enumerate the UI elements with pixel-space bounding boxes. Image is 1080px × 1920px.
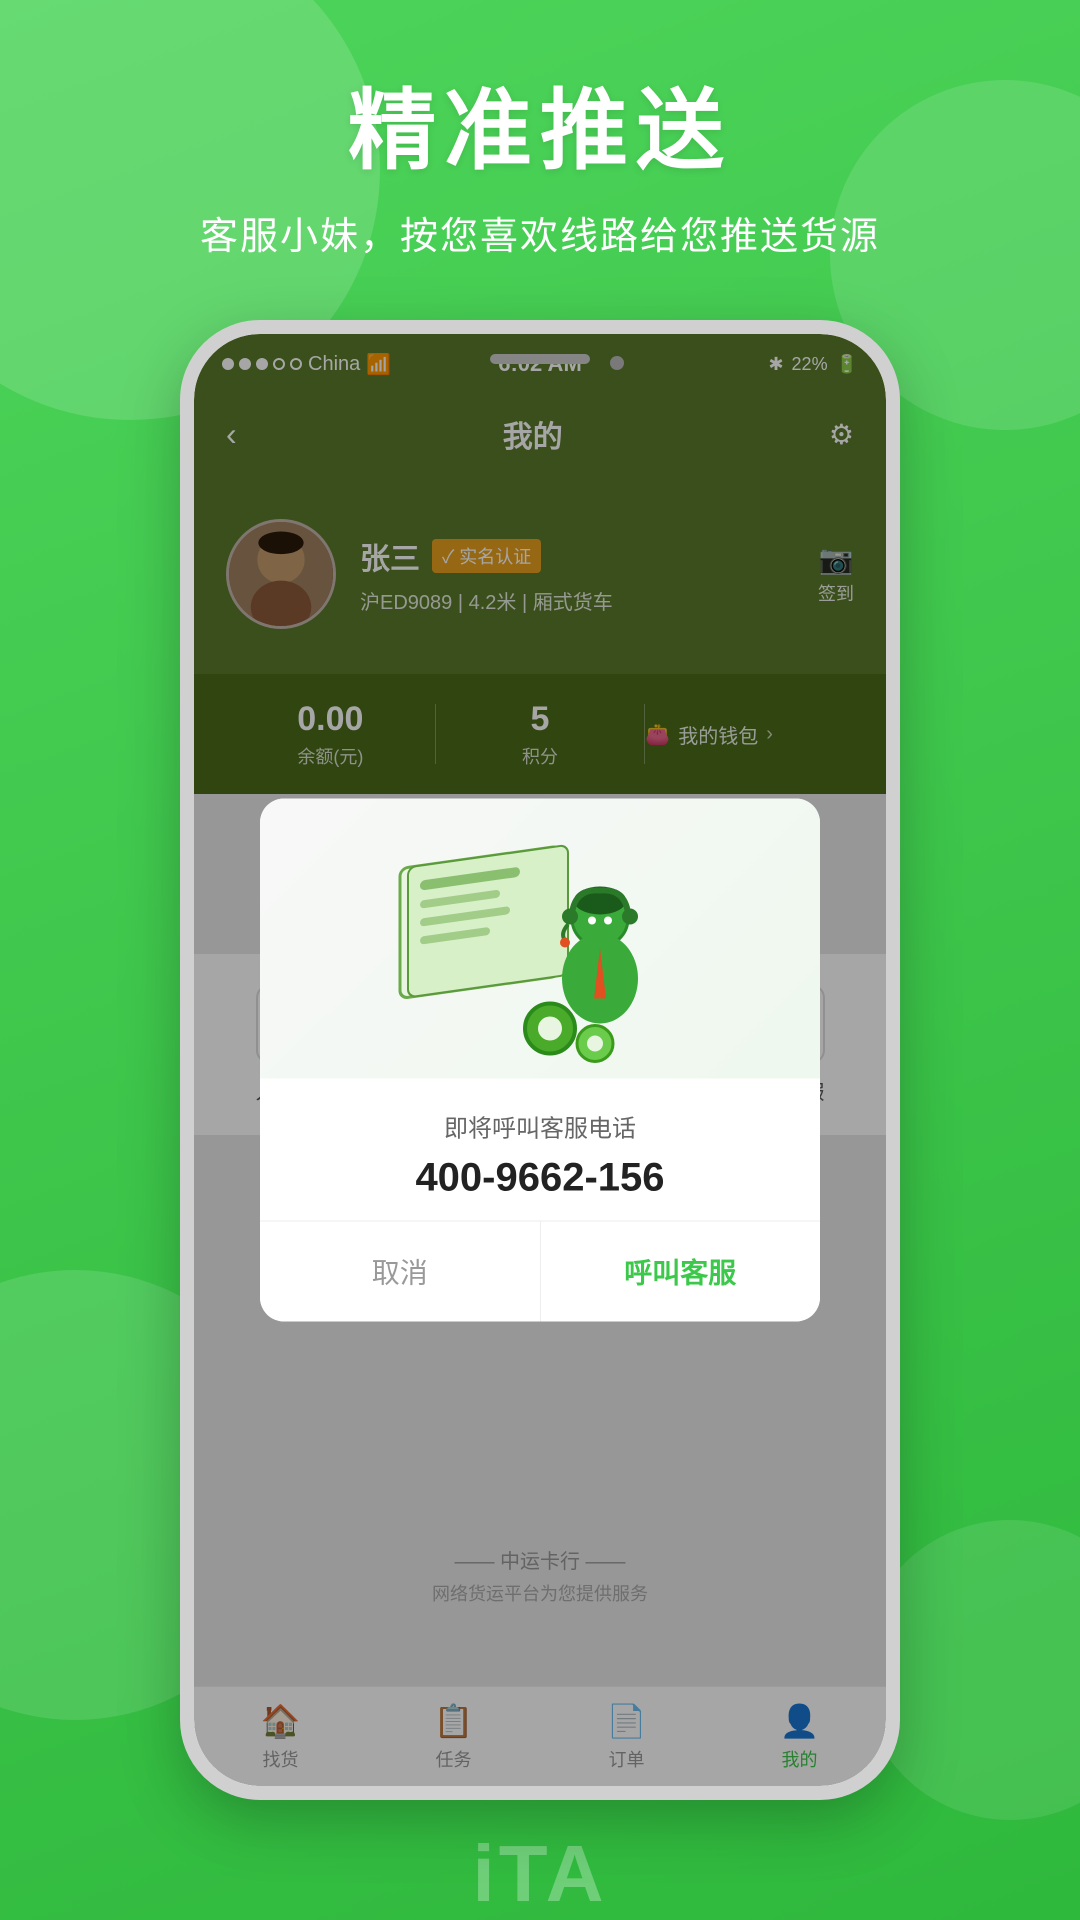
phone-frame: China 📶 6:02 AM ✱ 22% 🔋 ‹ 我的 ⚙ xyxy=(180,320,900,1800)
modal-cancel-button[interactable]: 取消 xyxy=(260,1222,541,1322)
customer-service-illustration xyxy=(380,809,700,1069)
modal-dialog: 即将呼叫客服电话 400-9662-156 取消 呼叫客服 xyxy=(260,799,820,1322)
modal-phone-number: 400-9662-156 xyxy=(300,1156,780,1201)
page-title: 精准推送 xyxy=(0,60,1080,187)
modal-body: 即将呼叫客服电话 400-9662-156 xyxy=(260,1079,820,1221)
modal-confirm-button[interactable]: 呼叫客服 xyxy=(541,1222,821,1322)
phone-inner: China 📶 6:02 AM ✱ 22% 🔋 ‹ 我的 ⚙ xyxy=(194,334,886,1786)
modal-subtitle: 即将呼叫客服电话 xyxy=(300,1109,780,1144)
watermark: iTA xyxy=(473,1828,608,1920)
page-header: 精准推送 客服小妹，按您喜欢线路给您推送货源 xyxy=(0,60,1080,260)
modal-illustration xyxy=(260,799,820,1079)
modal-actions: 取消 呼叫客服 xyxy=(260,1221,820,1322)
page-subtitle: 客服小妹，按您喜欢线路给您推送货源 xyxy=(0,205,1080,260)
